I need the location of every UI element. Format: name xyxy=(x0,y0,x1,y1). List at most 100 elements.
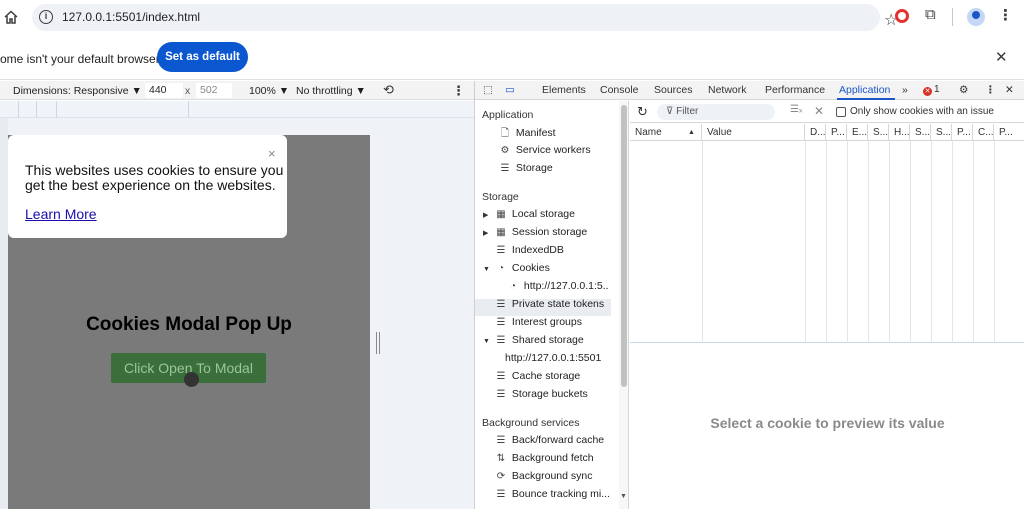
device-toggle-icon[interactable]: ▭ xyxy=(505,84,515,96)
dimensions-dropdown[interactable]: Dimensions: Responsive ▼ xyxy=(13,85,142,97)
cookies-table-header: Name ▲ Value D... P... E... S... H... S..… xyxy=(630,124,1024,141)
sidebar-item-back-forward-cache[interactable]: ☰ Back/forward cache xyxy=(493,434,628,451)
column-header-path[interactable]: P... xyxy=(826,124,847,141)
rotate-icon[interactable]: ⟲ xyxy=(383,82,394,98)
set-as-default-button[interactable]: Set as default xyxy=(157,42,248,72)
column-header-name[interactable]: Name ▲ xyxy=(630,124,702,141)
page-title: Cookies Modal Pop Up xyxy=(86,314,292,335)
sidebar-item-background-sync[interactable]: ⟳ Background sync xyxy=(493,470,628,487)
database-icon: ☰ xyxy=(496,389,506,400)
column-header-value[interactable]: Value xyxy=(702,124,805,141)
sidebar-item-interest-groups[interactable]: ☰ Interest groups xyxy=(493,316,628,333)
sidebar-item-cookies[interactable]: ▼ ◔ Cookies xyxy=(483,262,618,279)
tab-console[interactable]: Console xyxy=(600,84,639,96)
column-header-httponly[interactable]: H... xyxy=(889,124,910,141)
devtools-close-icon[interactable]: ✕ xyxy=(1005,84,1014,96)
sidebar-item-session-storage[interactable]: ▶ ▦ Session storage xyxy=(483,226,618,243)
column-header-secure[interactable]: S... xyxy=(910,124,931,141)
learn-more-link[interactable]: Learn More xyxy=(25,206,97,222)
cookie-icon: ◔ xyxy=(509,281,517,292)
zoom-dropdown[interactable]: 100% ▼ xyxy=(249,85,289,97)
more-tabs-icon[interactable]: » xyxy=(902,84,908,96)
cookies-toolbar: ↻ ⊽ Filter ☰ₓ ✕ Only show cookies with a… xyxy=(630,101,1024,123)
device-toolbar-more-icon[interactable]: ⋮ xyxy=(452,83,465,99)
canvas-gutter xyxy=(0,118,8,509)
collapse-arrow-icon[interactable]: ▼ xyxy=(483,266,493,273)
active-tab-indicator xyxy=(837,98,895,100)
tab-sources[interactable]: Sources xyxy=(654,84,693,96)
browser-menu-icon[interactable]: ⋮ xyxy=(998,6,1013,24)
sidebar-item-shared-storage[interactable]: ▼ ☰ Shared storage xyxy=(483,334,618,351)
device-toolbar: Dimensions: Responsive ▼ 440 x 502 100% … xyxy=(0,81,474,100)
cookies-panel: ↻ ⊽ Filter ☰ₓ ✕ Only show cookies with a… xyxy=(630,101,1024,509)
column-header-domain[interactable]: D... xyxy=(805,124,826,141)
devtools-panel: ⬚ ▭ Elements Console Sources Network Per… xyxy=(474,81,1024,509)
application-sidebar: Application 🗋 Manifest ⚙ Service workers… xyxy=(475,101,629,509)
sidebar-scroll-thumb[interactable] xyxy=(621,105,627,387)
database-icon: ☰ xyxy=(496,371,506,382)
column-header-partition-key[interactable]: P... xyxy=(952,124,973,141)
error-count-badge[interactable]: ✕ 1 xyxy=(923,84,940,96)
file-icon: 🗋 xyxy=(500,128,510,139)
sidebar-item-storage-buckets[interactable]: ☰ Storage buckets xyxy=(493,388,628,405)
sidebar-item-background-fetch[interactable]: ⇅ Background fetch xyxy=(493,452,628,469)
opera-extension-icon[interactable] xyxy=(895,9,909,23)
sidebar-header-storage: Storage xyxy=(482,191,519,203)
refresh-icon[interactable]: ↻ xyxy=(637,104,648,120)
filter-input[interactable]: ⊽ Filter xyxy=(657,104,775,120)
url-bar[interactable]: i 127.0.0.1:5501/index.html ☆ xyxy=(32,4,898,31)
sidebar-header-application: Application xyxy=(482,109,534,121)
gears-icon: ⚙ xyxy=(500,145,510,156)
column-header-samesite[interactable]: S... xyxy=(931,124,952,141)
database-icon: ☰ xyxy=(496,335,506,346)
throttling-dropdown[interactable]: No throttling ▼ xyxy=(296,85,366,97)
sidebar-item-local-storage[interactable]: ▶ ▦ Local storage xyxy=(483,208,618,225)
url-text[interactable]: 127.0.0.1:5501/index.html xyxy=(62,10,200,24)
sidebar-item-private-state-tokens[interactable]: ☰ Private state tokens xyxy=(493,298,628,315)
devtools-menu-icon[interactable]: ⋮ xyxy=(985,84,996,96)
expand-arrow-icon[interactable]: ▶ xyxy=(483,211,493,219)
sidebar-item-service-workers[interactable]: ⚙ Service workers xyxy=(497,144,632,161)
column-header-priority[interactable]: P... xyxy=(994,124,1024,141)
column-header-size[interactable]: S... xyxy=(868,124,889,141)
modal-message: This websites uses cookies to ensure you… xyxy=(25,162,284,193)
only-issues-checkbox[interactable] xyxy=(836,107,846,117)
viewport-height-input[interactable]: 502 xyxy=(196,83,232,98)
database-icon: ☰ xyxy=(496,489,506,500)
tab-performance[interactable]: Performance xyxy=(765,84,825,96)
database-icon: ☰ xyxy=(500,163,510,174)
column-header-cross-site[interactable]: C... xyxy=(973,124,994,141)
tab-network[interactable]: Network xyxy=(708,84,747,96)
home-icon[interactable] xyxy=(2,8,20,26)
modal-close-icon[interactable]: × xyxy=(268,146,276,161)
sort-ascending-icon: ▲ xyxy=(688,129,695,136)
sidebar-item-bounce-tracking[interactable]: ☰ Bounce tracking mi... xyxy=(493,488,628,505)
only-issues-label: Only show cookies with an issue xyxy=(850,106,994,117)
viewport-width-input[interactable]: 440 xyxy=(145,83,183,98)
sidebar-item-manifest[interactable]: 🗋 Manifest xyxy=(497,126,632,143)
sidebar-item-cache-storage[interactable]: ☰ Cache storage xyxy=(493,370,628,387)
scroll-down-arrow-icon[interactable]: ▼ xyxy=(620,493,627,500)
inspect-element-icon[interactable]: ⬚ xyxy=(483,84,493,96)
tab-application[interactable]: Application xyxy=(839,84,890,96)
tab-elements[interactable]: Elements xyxy=(542,84,586,96)
collapse-arrow-icon[interactable]: ▼ xyxy=(483,338,493,345)
column-header-expires[interactable]: E... xyxy=(847,124,868,141)
sidebar-item-storage[interactable]: ☰ Storage xyxy=(497,162,632,179)
delete-selected-icon[interactable]: ✕ xyxy=(814,104,824,118)
settings-gear-icon[interactable]: ⚙ xyxy=(959,84,968,96)
fetch-arrows-icon: ⇅ xyxy=(496,453,506,464)
infobar-close-icon[interactable]: ✕ xyxy=(995,48,1008,66)
extensions-puzzle-icon[interactable]: ⧉ xyxy=(925,6,936,23)
infobar-message: ome isn't your default browser xyxy=(0,52,160,66)
site-info-icon[interactable]: i xyxy=(39,10,53,24)
viewport-resize-handle[interactable] xyxy=(376,332,380,354)
expand-arrow-icon[interactable]: ▶ xyxy=(483,229,493,237)
sidebar-item-cookie-origin[interactable]: ◔ http://127.0.0.1:5... xyxy=(505,280,609,297)
profile-avatar-icon[interactable] xyxy=(967,8,985,26)
clear-all-icon[interactable]: ☰ₓ xyxy=(790,104,802,115)
database-icon: ☰ xyxy=(496,299,506,310)
error-count: 1 xyxy=(934,84,940,95)
sidebar-item-indexeddb[interactable]: ☰ IndexedDB xyxy=(493,244,628,261)
error-icon: ✕ xyxy=(923,87,932,96)
